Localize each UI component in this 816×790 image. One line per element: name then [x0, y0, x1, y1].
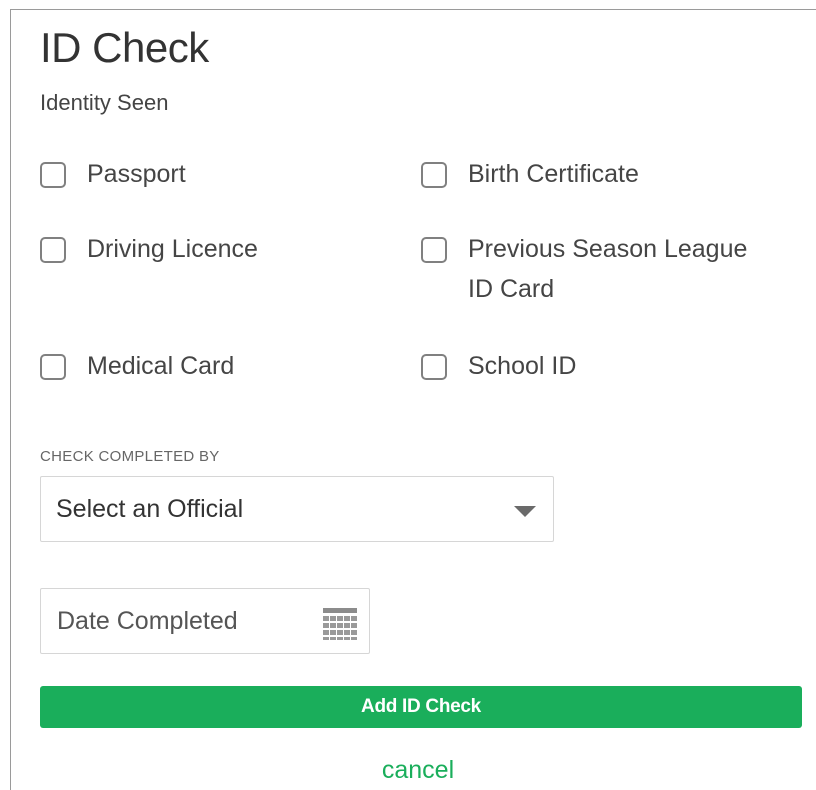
checkbox-birth-certificate[interactable]: Birth Certificate	[421, 160, 639, 194]
checkbox-passport[interactable]: Passport	[40, 160, 186, 194]
cancel-link[interactable]: cancel	[0, 756, 816, 785]
checkbox-label: Birth Certificate	[468, 160, 639, 188]
checkbox-driving-licence[interactable]: Driving Licence	[40, 235, 258, 269]
checkbox-label: Driving Licence	[87, 235, 258, 263]
checkbox-box[interactable]	[40, 162, 66, 188]
official-select[interactable]: Select an Official	[40, 476, 554, 542]
id-check-dialog: ID Check Identity Seen Passport Birth Ce…	[0, 0, 816, 790]
section-subtitle: Identity Seen	[40, 90, 169, 115]
checkbox-label: Previous Season League ID Card	[468, 235, 748, 303]
date-completed-input[interactable]: Date Completed	[40, 588, 370, 654]
checkbox-box[interactable]	[40, 237, 66, 263]
checkbox-label: Medical Card	[87, 352, 235, 380]
check-completed-by-label: CHECK COMPLETED BY	[40, 448, 220, 465]
dialog-title: ID Check	[40, 24, 209, 71]
checkbox-box[interactable]	[421, 162, 447, 188]
checkbox-school-id[interactable]: School ID	[421, 352, 576, 386]
add-id-check-button[interactable]: Add ID Check	[40, 686, 802, 728]
caret-down-icon[interactable]	[514, 506, 536, 517]
checkbox-label: Passport	[87, 160, 186, 188]
date-completed-placeholder: Date Completed	[57, 607, 238, 635]
dialog-border-top	[10, 9, 816, 10]
checkbox-label: School ID	[468, 352, 577, 380]
checkbox-box[interactable]	[40, 354, 66, 380]
calendar-icon[interactable]	[322, 607, 358, 641]
official-select-value: Select an Official	[56, 495, 244, 523]
dialog-border-left	[10, 9, 11, 790]
checkbox-box[interactable]	[421, 237, 447, 263]
checkbox-box[interactable]	[421, 354, 447, 380]
checkbox-previous-season-league-id-card[interactable]: Previous Season League ID Card	[421, 235, 781, 309]
checkbox-medical-card[interactable]: Medical Card	[40, 352, 234, 386]
